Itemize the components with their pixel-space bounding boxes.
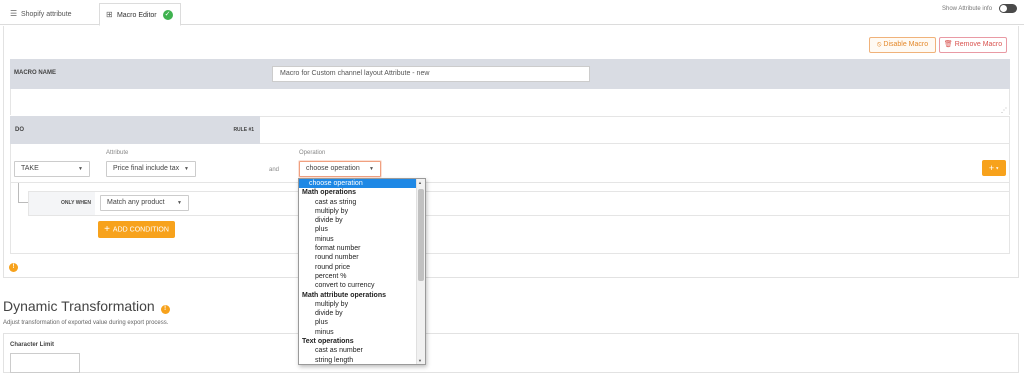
character-limit-input[interactable] — [10, 353, 80, 373]
operation-option[interactable]: multiply by — [299, 207, 425, 216]
option-group-label: Math operations — [302, 189, 357, 197]
operation-option[interactable]: string length — [299, 356, 425, 364]
dynamic-transformation-title-text: Dynamic Transformation — [3, 298, 155, 314]
operation-option[interactable]: divide by — [299, 216, 425, 225]
list-icon: ☰ — [10, 9, 18, 18]
condition-select-value: Match any product — [107, 199, 165, 206]
operation-option[interactable]: round price — [299, 263, 425, 272]
operation-option[interactable]: cast as number — [299, 346, 425, 355]
add-rule-button[interactable]: + ▼ — [982, 160, 1006, 176]
take-select-value: TAKE — [21, 165, 39, 172]
take-select[interactable]: TAKE ▼ — [14, 161, 90, 177]
info-icon[interactable]: ! — [160, 305, 170, 314]
add-condition-label: ADD CONDITION — [112, 226, 169, 234]
check-icon: ✓ — [162, 10, 173, 21]
scroll-down-icon[interactable]: ▼ — [418, 358, 422, 363]
macro-name-label: MACRO NAME — [14, 70, 56, 76]
operation-option[interactable]: convert to currency — [299, 281, 425, 290]
trash-icon: 🗑 — [943, 41, 953, 48]
tab-macro-editor[interactable]: ⊞ Macro Editor ✓ — [99, 3, 181, 26]
operation-select[interactable]: choose operation ▼ — [299, 161, 381, 177]
do-header-right — [260, 116, 1010, 144]
operation-option[interactable]: percent % — [299, 272, 425, 281]
dynamic-transformation-title: Dynamic Transformation ! — [3, 298, 170, 315]
operation-option[interactable]: plus — [299, 225, 425, 234]
operation-options: choose operation Math operations cast as s… — [299, 179, 425, 364]
disable-macro-label: Disable Macro — [883, 41, 929, 48]
macro-name-input[interactable]: Macro for Custom channel layout Attribut… — [272, 66, 590, 82]
operation-option[interactable]: choose operation — [299, 179, 425, 189]
chevron-down-icon: ▼ — [177, 200, 182, 206]
tab-shopify-attribute-label: Shopify attribute — [20, 11, 72, 18]
remove-macro-button[interactable]: 🗑 Remove Macro — [939, 37, 1007, 53]
attribute-label: Attribute — [106, 150, 129, 156]
attribute-info-label: Show Attribute info — [942, 6, 993, 12]
tab-shopify-attribute[interactable]: ☰ Shopify attribute — [6, 3, 96, 25]
resize-handle-icon[interactable]: ⋰ — [1001, 107, 1007, 114]
ban-icon: ⦸ — [876, 41, 882, 48]
do-label: DO — [15, 127, 24, 133]
tree-connector — [18, 183, 28, 203]
operation-option[interactable]: minus — [299, 235, 425, 244]
chevron-down-icon: ▼ — [369, 166, 374, 172]
operation-option[interactable]: multiply by — [299, 300, 425, 309]
condition-select[interactable]: Match any product ▼ — [100, 195, 189, 211]
operation-option[interactable]: cast as string — [299, 198, 425, 207]
add-condition-button[interactable]: + ADD CONDITION — [98, 221, 175, 238]
operation-option[interactable]: minus — [299, 328, 425, 337]
chevron-down-icon: ▼ — [184, 166, 189, 172]
character-limit-label: Character Limit — [10, 342, 55, 348]
attribute-info-toggle-wrap: Show Attribute info — [942, 4, 1018, 18]
attribute-info-toggle[interactable] — [999, 4, 1017, 13]
character-limit-section — [3, 333, 1019, 373]
disable-macro-button[interactable]: ⦸ Disable Macro — [869, 37, 936, 53]
scroll-up-icon[interactable]: ▲ — [418, 180, 422, 185]
operation-option[interactable]: round number — [299, 253, 425, 262]
operation-dropdown-list[interactable]: choose operation Math operations cast as s… — [298, 178, 426, 365]
attribute-select[interactable]: Price final include tax ▼ — [106, 161, 196, 177]
macro-name-value: Macro for Custom channel layout Attribut… — [280, 70, 430, 77]
macro-name-row: MACRO NAME Macro for Custom channel layo… — [10, 59, 1010, 89]
and-label: and — [269, 167, 280, 173]
dropdown-scrollbar[interactable]: ▲ ▼ — [416, 179, 425, 364]
table-icon: ⊞ — [106, 10, 113, 19]
macro-description-area[interactable]: ⋰ — [10, 89, 1010, 115]
plus-icon: + — [104, 224, 110, 235]
operation-label: Operation — [299, 150, 326, 156]
caret-down-icon: ▼ — [994, 165, 1000, 171]
rule-number-label: RULE #1 — [233, 127, 254, 133]
chevron-down-icon: ▼ — [78, 166, 83, 172]
scrollbar-thumb[interactable] — [418, 189, 424, 281]
option-group-label: Text operations — [302, 338, 354, 346]
remove-macro-label: Remove Macro — [954, 41, 1003, 48]
operation-option[interactable]: divide by — [299, 309, 425, 318]
only-when-label: ONLY WHEN — [60, 200, 91, 206]
operation-select-value: choose operation — [306, 165, 360, 172]
tab-bar: ☰ Shopify attribute ⊞ Macro Editor ✓ Sho… — [0, 0, 1024, 26]
option-group-label: Math attribute operations — [302, 291, 387, 299]
tab-macro-editor-label: Macro Editor — [116, 12, 157, 19]
info-icon[interactable]: ! — [9, 263, 18, 272]
operation-option[interactable]: plus — [299, 318, 425, 327]
dynamic-transformation-subtitle: Adjust transformation of exported value … — [3, 320, 169, 326]
attribute-select-value: Price final include tax — [113, 165, 180, 172]
do-header: DO RULE #1 — [10, 116, 260, 144]
operation-option[interactable]: format number — [299, 244, 425, 253]
only-when-label-box: ONLY WHEN — [29, 192, 95, 215]
